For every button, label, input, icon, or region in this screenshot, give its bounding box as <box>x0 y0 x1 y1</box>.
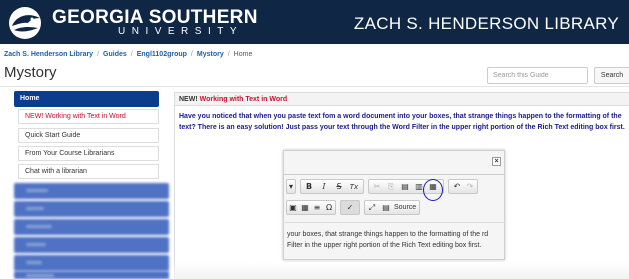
redo-icon: ↷ <box>466 182 474 191</box>
eagle-head-icon <box>9 7 41 39</box>
bold-icon: B <box>305 182 313 191</box>
format-dropdown-icon: ▾ <box>288 182 293 191</box>
clear-format-icon: Tx <box>349 183 359 191</box>
box-header-prefix: NEW! <box>179 96 198 103</box>
breadcrumb-separator: / <box>130 51 133 58</box>
editor-sample-text: your boxes, that strange things happen t… <box>287 231 489 249</box>
box-header-title: Working with Text in Word <box>199 96 288 103</box>
page-title: Mystory <box>4 64 57 81</box>
sidebar-item-blurred[interactable] <box>14 183 169 199</box>
table-icon: ▦ <box>301 203 309 212</box>
bottom-fade <box>174 262 629 279</box>
close-icon: × <box>492 157 501 166</box>
logo-sub-text: UNIVERSITY <box>118 26 244 37</box>
paste-icon: ▤ <box>401 182 409 191</box>
breadcrumb-item-guide[interactable]: Mystory <box>197 51 224 58</box>
sidebar-item-blurred[interactable] <box>14 271 169 279</box>
toolbar-group: ▣ ▦ ≡ Ω <box>286 200 336 215</box>
source-label: Source <box>394 204 417 211</box>
university-logo[interactable]: GEORGIA SOUTHERN UNIVERSITY <box>8 6 308 40</box>
breadcrumb-separator: / <box>97 51 100 58</box>
horizontal-line-icon: ≡ <box>313 203 321 212</box>
toolbar-group: ✓ <box>340 200 360 215</box>
search-input[interactable] <box>487 67 588 84</box>
special-char-icon: Ω <box>325 203 333 212</box>
box-header: NEW! Working with Text in Word <box>174 92 629 106</box>
strike-icon: S <box>336 182 342 191</box>
intro-text: Have you noticed that when you paste tex… <box>179 113 625 131</box>
sidebar-item-blurred[interactable] <box>14 255 169 271</box>
breadcrumb-item-course[interactable]: Engl1102group <box>137 51 187 58</box>
breadcrumb-separator: / <box>190 51 193 58</box>
highlight-circle <box>423 179 443 201</box>
breadcrumb-item-guides[interactable]: Guides <box>103 51 127 58</box>
source-icon: ▤ <box>382 203 390 212</box>
library-title[interactable]: ZACH S. HENDERSON LIBRARY <box>354 14 619 34</box>
undo-icon: ↶ <box>453 182 461 191</box>
toolbar-group: ⤢ ▤ Source <box>364 200 420 215</box>
sidebar-item-blurred[interactable] <box>14 219 169 235</box>
sidebar-item-blurred[interactable] <box>14 201 169 217</box>
image-icon: ▣ <box>289 203 297 212</box>
toolbar-group: ↶ ↷ <box>448 179 478 194</box>
sidebar-subitem-course-librarians[interactable]: From Your Course Librarians <box>18 146 159 161</box>
italic-icon: I <box>322 182 326 191</box>
sidebar-item-blurred[interactable] <box>14 237 169 253</box>
toolbar-group: ▾ <box>286 179 296 194</box>
sidebar-subitem-chat[interactable]: Chat with a librarian <box>18 164 159 179</box>
site-header: GEORGIA SOUTHERN UNIVERSITY ZACH S. HEND… <box>0 0 629 44</box>
toolbar-group: B I S Tx <box>300 179 364 194</box>
breadcrumb: Zach S. Henderson Library / Guides / Engl110… <box>4 51 252 58</box>
search-button[interactable]: Search <box>594 67 629 84</box>
copy-icon: ⎘ <box>387 182 395 191</box>
sidebar-subitem-quick-start[interactable]: Quick Start Guide <box>18 128 159 143</box>
breadcrumb-separator: / <box>227 51 230 58</box>
breadcrumb-current: Home <box>233 51 253 58</box>
cut-icon: ✂ <box>373 182 381 191</box>
dialog-divider <box>283 174 505 175</box>
sidebar-subitem-working-with-text[interactable]: NEW! Working with Text in Word <box>18 109 159 124</box>
maximize-icon: ⤢ <box>368 203 376 212</box>
editor-divider <box>283 222 505 223</box>
rich-text-toolbar: ▾ B I S Tx ✂ ⎘ ▤ ▥ ▦ ↶ ↷ ▣ ▦ ≡ Ω ✓ ⤢ ▤ S… <box>286 179 505 217</box>
spellcheck-icon: ✓ <box>346 203 354 212</box>
sidebar-item-home[interactable]: Home <box>14 91 159 107</box>
header-divider <box>0 86 629 87</box>
breadcrumb-item-library[interactable]: Zach S. Henderson Library <box>4 51 93 58</box>
